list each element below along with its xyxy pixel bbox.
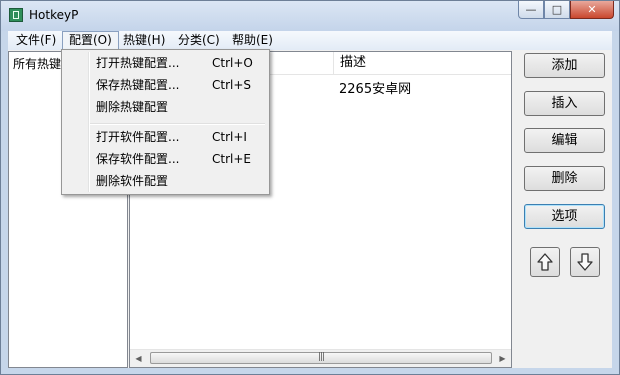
arrow-down-icon	[577, 253, 593, 271]
list-row-description[interactable]: 2265安卓网	[339, 78, 411, 97]
config-menu-dropdown: 打开热键配置... Ctrl+O 保存热键配置... Ctrl+S 删除热键配置…	[61, 49, 270, 195]
menu-item-shortcut: Ctrl+E	[212, 152, 251, 166]
delete-button[interactable]: 删除	[524, 166, 605, 191]
arrow-up-icon	[537, 253, 553, 271]
column-header-description[interactable]: 描述	[333, 52, 366, 74]
minimize-button[interactable]: —	[518, 1, 544, 19]
window-controls: — □ ✕	[518, 1, 614, 19]
menu-item-shortcut: Ctrl+I	[212, 130, 247, 144]
menu-item-label: 删除软件配置	[96, 174, 169, 188]
menu-file[interactable]: 文件(F)	[10, 31, 62, 50]
insert-button[interactable]: 插入	[524, 91, 605, 116]
menu-item-shortcut: Ctrl+O	[212, 56, 253, 70]
window-title: HotkeyP	[29, 8, 79, 22]
maximize-button[interactable]: □	[544, 1, 570, 19]
menu-item-shortcut: Ctrl+S	[212, 78, 252, 92]
menu-item-open-app-config[interactable]: 打开软件配置... Ctrl+I	[64, 126, 267, 148]
app-icon	[9, 8, 23, 22]
move-down-button[interactable]	[570, 247, 600, 277]
edit-button[interactable]: 编辑	[524, 128, 605, 153]
horizontal-scrollbar[interactable]: ◀ ||| ▶	[130, 349, 511, 367]
menu-item-save-hotkey-config[interactable]: 保存热键配置... Ctrl+S	[64, 74, 267, 96]
options-button[interactable]: 选项	[524, 204, 605, 229]
menu-item-label: 保存软件配置...	[96, 152, 180, 166]
add-button[interactable]: 添加	[524, 53, 605, 78]
menu-item-open-hotkey-config[interactable]: 打开热键配置... Ctrl+O	[64, 52, 267, 74]
menu-config[interactable]: 配置(O)	[62, 31, 119, 50]
tree-item-all-hotkeys[interactable]: 所有热键	[13, 55, 61, 72]
menu-item-delete-app-config[interactable]: 删除软件配置	[64, 170, 267, 192]
menu-hotkey[interactable]: 热键(H)	[117, 31, 171, 50]
menu-item-label: 删除热键配置	[96, 100, 169, 114]
move-up-button[interactable]	[530, 247, 560, 277]
scrollbar-thumb[interactable]: |||	[150, 352, 492, 364]
close-button[interactable]: ✕	[570, 1, 614, 19]
menu-bar: 文件(F) 配置(O) 热键(H) 分类(C) 帮助(E)	[8, 31, 612, 50]
menu-separator	[90, 123, 265, 125]
title-bar[interactable]: HotkeyP — □ ✕	[1, 1, 619, 31]
menu-item-label: 打开热键配置...	[96, 56, 180, 70]
scroll-left-icon[interactable]: ◀	[130, 350, 147, 367]
menu-item-delete-hotkey-config[interactable]: 删除热键配置	[64, 96, 267, 118]
menu-help[interactable]: 帮助(E)	[226, 31, 279, 50]
scroll-right-icon[interactable]: ▶	[494, 350, 511, 367]
menu-item-label: 打开软件配置...	[96, 130, 180, 144]
menu-category[interactable]: 分类(C)	[172, 31, 226, 50]
menu-item-save-app-config[interactable]: 保存软件配置... Ctrl+E	[64, 148, 267, 170]
menu-item-label: 保存热键配置...	[96, 78, 180, 92]
